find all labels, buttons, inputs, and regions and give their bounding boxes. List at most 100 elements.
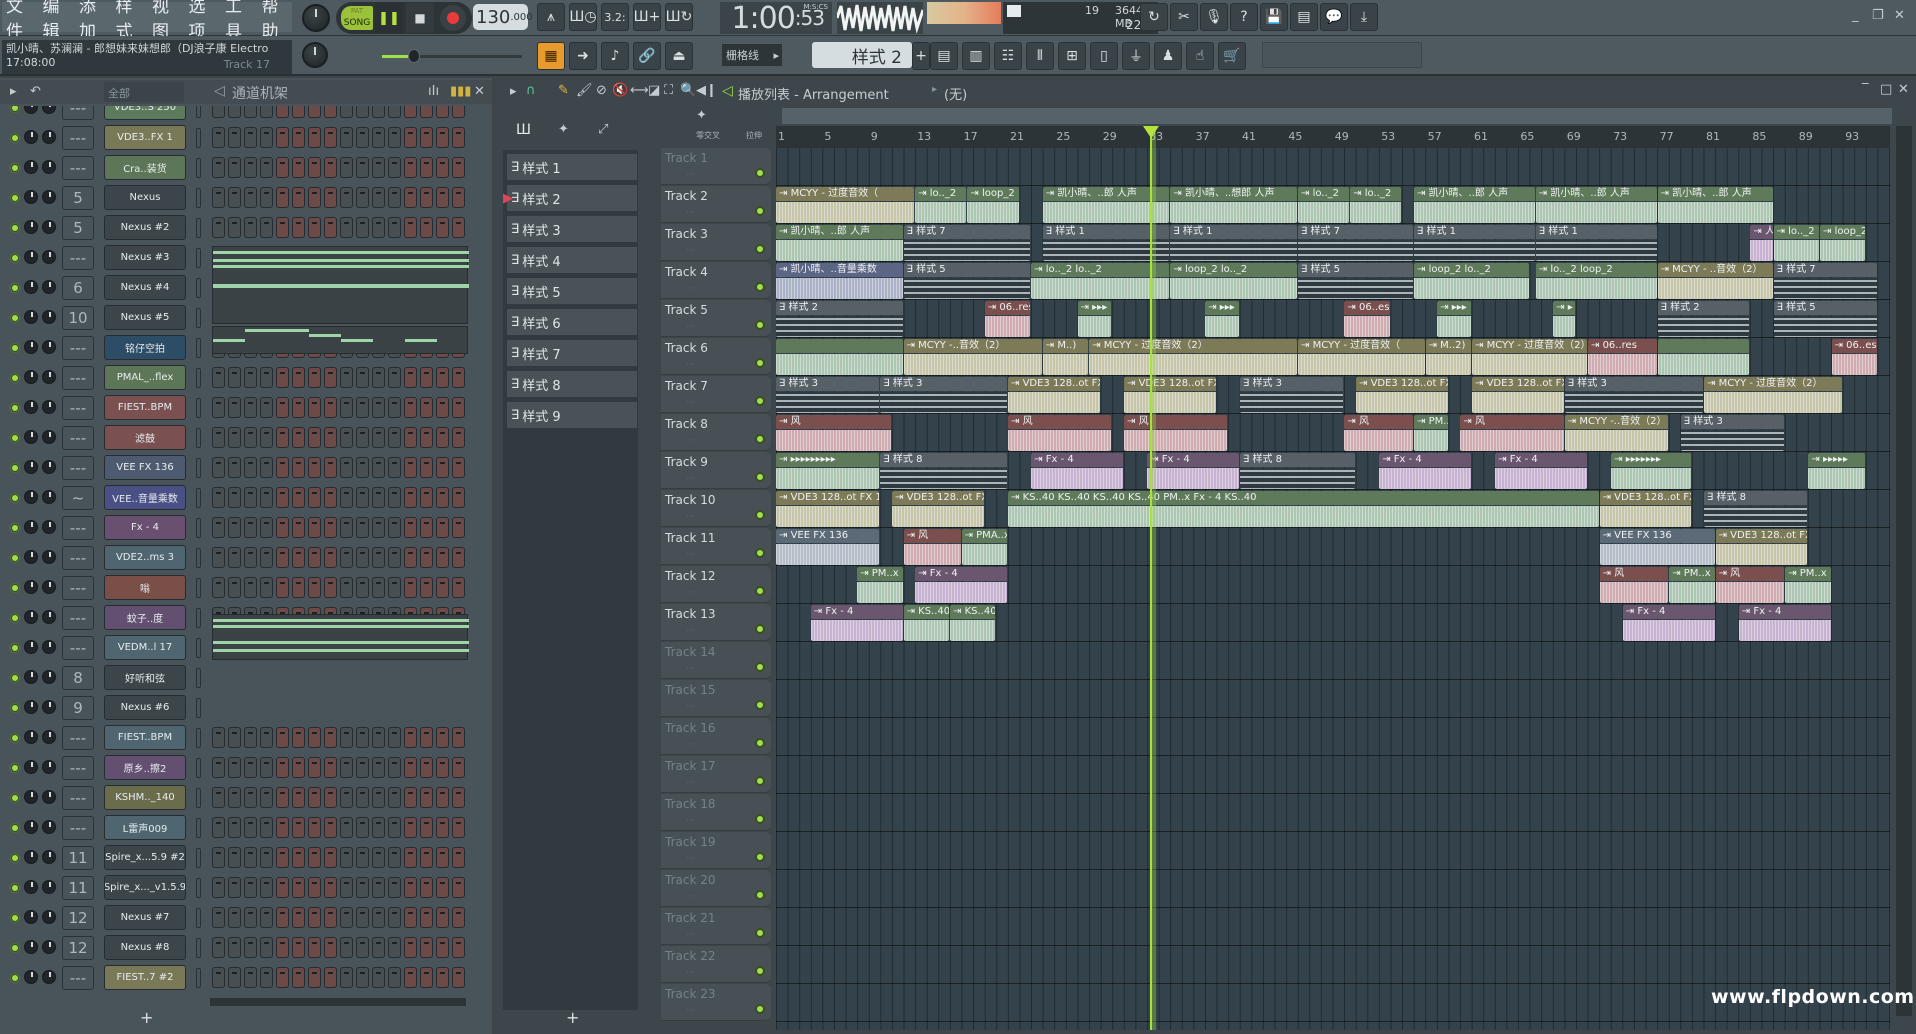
- record-button[interactable]: [440, 5, 466, 31]
- playlist-clip[interactable]: ⇥ 凯小晴、..想郎 人声: [1170, 187, 1297, 223]
- playlist-clip[interactable]: ⇥ Fx - 4: [1379, 453, 1471, 489]
- step-button[interactable]: [436, 217, 449, 238]
- mixer-track-number[interactable]: ---: [62, 546, 94, 570]
- channel-name-button[interactable]: Nexus #3: [104, 245, 186, 270]
- step-button[interactable]: [324, 937, 337, 958]
- step-button[interactable]: [228, 847, 241, 868]
- channel-mute-led[interactable]: [11, 614, 19, 622]
- playlist-clip[interactable]: ⇥ M..): [1042, 339, 1089, 375]
- playlist-clip[interactable]: ∃ 样式 3: [1564, 377, 1703, 413]
- mixer-track-number[interactable]: 10: [62, 306, 94, 330]
- minimize-window-button[interactable]: _: [1852, 8, 1859, 23]
- step-button[interactable]: [324, 817, 337, 838]
- step-button[interactable]: [244, 937, 257, 958]
- playlist-clip[interactable]: ⇥ VDE3 128..ot FX 1: [776, 491, 880, 527]
- step-button[interactable]: [276, 727, 289, 748]
- step-button[interactable]: [308, 727, 321, 748]
- step-button[interactable]: [388, 877, 401, 898]
- playlist-clip[interactable]: ⇥ Fx - 4: [1031, 453, 1123, 489]
- step-button[interactable]: [276, 817, 289, 838]
- step-button[interactable]: [452, 367, 465, 388]
- save-button[interactable]: 💾: [1260, 3, 1288, 31]
- playlist-clip[interactable]: ⇥ PM..x: [1785, 567, 1831, 603]
- step-button[interactable]: [404, 127, 417, 148]
- track-options-icon[interactable]: ···: [686, 474, 695, 484]
- step-button[interactable]: [436, 727, 449, 748]
- step-button[interactable]: [292, 127, 305, 148]
- track-mute-led[interactable]: [755, 396, 765, 406]
- playlist-clip[interactable]: ⇥ 凯小晴、..郎 人声: [776, 225, 903, 261]
- step-button[interactable]: [452, 847, 465, 868]
- playlist-clip[interactable]: ⇥ 凯小晴、..音量乘数: [776, 263, 903, 299]
- step-button[interactable]: [260, 157, 273, 178]
- step-button[interactable]: [276, 187, 289, 208]
- track-options-icon[interactable]: ···: [686, 436, 695, 446]
- step-button[interactable]: [372, 367, 385, 388]
- channel-mute-led[interactable]: [11, 734, 19, 742]
- playlist-clip[interactable]: ∃ 样式 8: [1704, 491, 1808, 527]
- track-header[interactable]: Track 13 ···: [661, 604, 771, 641]
- channel-select-indicator[interactable]: [196, 308, 201, 328]
- step-button[interactable]: [292, 847, 305, 868]
- step-button[interactable]: [436, 577, 449, 598]
- master-pitch-knob[interactable]: [302, 42, 328, 68]
- step-button[interactable]: [436, 937, 449, 958]
- playlist-clip[interactable]: ∃ 样式 8: [1240, 453, 1355, 489]
- channel-volume-knob[interactable]: [42, 940, 56, 954]
- channel-name-button[interactable]: Spire_x..._v1.5.9: [104, 875, 186, 900]
- step-button[interactable]: [372, 106, 385, 118]
- channel-volume-knob[interactable]: [42, 310, 56, 324]
- channel-mute-led[interactable]: [11, 704, 19, 712]
- channel-select-indicator[interactable]: [196, 608, 201, 628]
- channel-volume-knob[interactable]: [42, 970, 56, 984]
- step-button[interactable]: [212, 907, 225, 928]
- step-button[interactable]: [292, 517, 305, 538]
- channel-name-button[interactable]: 蚊子..度: [104, 605, 186, 630]
- track-mute-led[interactable]: [755, 966, 765, 976]
- step-button[interactable]: [228, 787, 241, 808]
- piano-roll-window-button[interactable]: ▥: [962, 42, 990, 70]
- channel-pan-knob[interactable]: [24, 880, 38, 894]
- pattern-item[interactable]: ∃ 样式 9: [507, 402, 637, 428]
- track-mute-led[interactable]: [755, 434, 765, 444]
- channel-volume-knob[interactable]: [42, 520, 56, 534]
- channel-select-indicator[interactable]: [196, 698, 201, 718]
- step-button[interactable]: [212, 427, 225, 448]
- step-button[interactable]: [260, 127, 273, 148]
- step-button[interactable]: [372, 817, 385, 838]
- channel-pan-knob[interactable]: [24, 370, 38, 384]
- channel-name-button[interactable]: VEDM..l 17: [104, 635, 186, 660]
- step-button[interactable]: [228, 487, 241, 508]
- playlist-clip[interactable]: ⇥ Fx - 4: [1738, 605, 1831, 641]
- playlist-clip[interactable]: ⇥ VDE3 128..ot FX 1: [1715, 529, 1808, 565]
- playlist-clip[interactable]: ⇥ Fx - 4: [1622, 605, 1715, 641]
- pattern-mode-icon[interactable]: Ш: [516, 122, 531, 138]
- step-button[interactable]: [452, 427, 465, 448]
- step-button[interactable]: [404, 787, 417, 808]
- breadcrumb[interactable]: (无): [944, 84, 967, 103]
- step-button[interactable]: [212, 817, 225, 838]
- channel-select-indicator[interactable]: [196, 188, 201, 208]
- channel-name-button[interactable]: VEE FX 136: [104, 455, 186, 480]
- step-button[interactable]: [276, 877, 289, 898]
- playlist-clip[interactable]: ∃ 样式 7: [903, 225, 1031, 261]
- step-button[interactable]: [308, 577, 321, 598]
- track-header[interactable]: Track 7 ···: [661, 376, 771, 413]
- channel-select-indicator[interactable]: [196, 488, 201, 508]
- channel-mute-led[interactable]: [11, 644, 19, 652]
- step-button[interactable]: [340, 367, 353, 388]
- pattern-item[interactable]: ∃ 样式 1: [507, 154, 637, 180]
- playlist-clip[interactable]: ⇥ 06..res: [984, 301, 1031, 337]
- step-button[interactable]: [308, 967, 321, 988]
- track-header[interactable]: Track 11 ···: [661, 528, 771, 565]
- track-header[interactable]: Track 20 ···: [661, 870, 771, 907]
- master-volume-knob[interactable]: [302, 4, 330, 32]
- track-options-icon[interactable]: ···: [686, 854, 695, 864]
- step-button[interactable]: [452, 106, 465, 118]
- playlist-clip[interactable]: ⇥ VDE3 128..ot FX 1: [1356, 377, 1448, 413]
- step-button[interactable]: [244, 787, 257, 808]
- channel-pan-knob[interactable]: [24, 790, 38, 804]
- channel-volume-knob[interactable]: [42, 250, 56, 264]
- track-mute-led[interactable]: [755, 358, 765, 368]
- mixer-track-number[interactable]: ---: [62, 456, 94, 480]
